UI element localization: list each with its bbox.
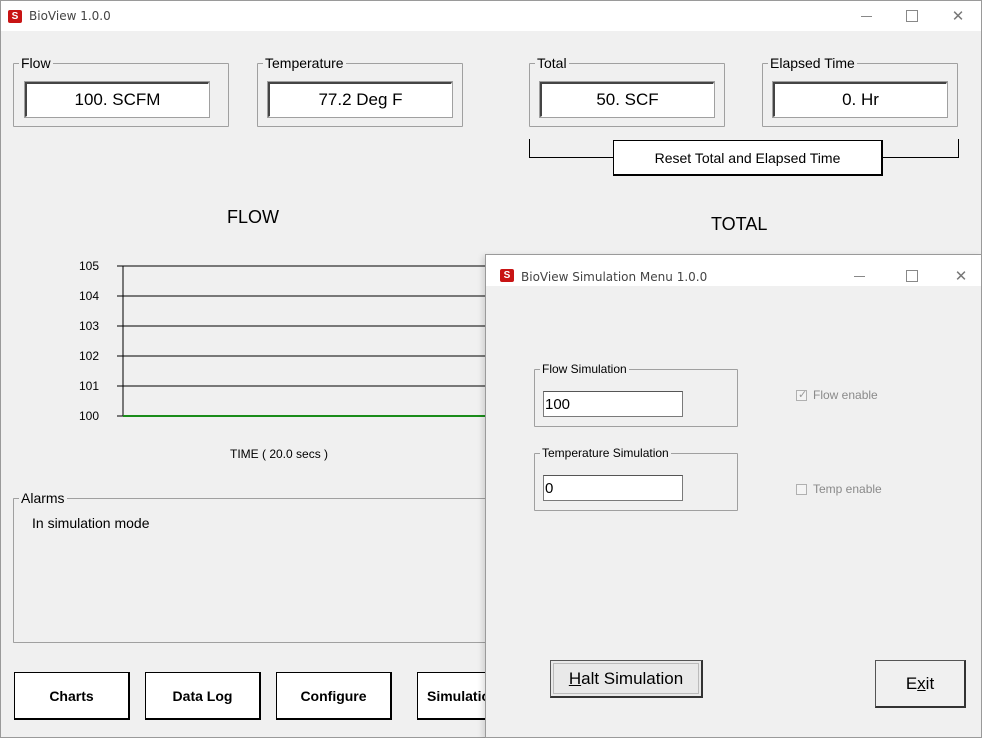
maximize-button[interactable]	[889, 1, 935, 31]
ytick-label-102: 102	[79, 349, 99, 363]
temp-enable-label: Temp enable	[813, 482, 882, 496]
minimize-icon	[853, 275, 865, 277]
alarms-group: Alarms In simulation mode	[13, 490, 491, 643]
elapsed-readout: 0. Hr	[773, 82, 947, 117]
close-button[interactable]: ✕	[935, 1, 981, 31]
reset-bracket-bottom-right	[883, 157, 959, 158]
close-icon: ✕	[954, 267, 968, 285]
exit-label-prefix: E	[905, 673, 918, 693]
close-icon: ✕	[951, 7, 965, 25]
total-readout: 50. SCF	[540, 82, 714, 117]
halt-label: alt Simulation	[581, 668, 684, 688]
exit-label-rest: it	[925, 673, 935, 693]
ytick-label-104: 104	[79, 289, 99, 303]
flow-chart: 105 104 103 102 101 100	[79, 259, 487, 423]
app-logo-icon: S	[8, 10, 22, 23]
check-icon: ✓	[798, 388, 808, 401]
maximize-icon	[906, 10, 918, 22]
temp-sim-label: Temperature Simulation	[540, 445, 671, 461]
reset-total-button[interactable]: Reset Total and Elapsed Time	[613, 140, 883, 176]
main-titlebar[interactable]: S BioView 1.0.0 ✕	[1, 1, 981, 31]
flow-sim-label: Flow Simulation	[540, 361, 629, 377]
flow-sim-group: Flow Simulation	[534, 361, 738, 427]
flow-chart-title: FLOW	[227, 207, 279, 227]
temp-sim-input[interactable]	[543, 475, 683, 501]
reset-bracket-bottom-left	[529, 157, 614, 158]
sim-minimize-button[interactable]	[836, 261, 882, 291]
total-group-label: Total	[535, 55, 569, 71]
temp-enable-checkbox[interactable]: Temp enable	[796, 482, 882, 496]
temp-enable-box	[796, 483, 807, 495]
exit-mnemonic: x	[917, 673, 926, 693]
alarms-group-label: Alarms	[19, 490, 67, 506]
sim-titlebar[interactable]: S BioView Simulation Menu 1.0.0 ✕	[486, 255, 981, 286]
sim-app-logo-icon: S	[500, 269, 514, 282]
ytick-label-100: 100	[79, 409, 99, 423]
temperature-group: Temperature 77.2 Deg F	[257, 55, 463, 127]
flow-chart-xlabel: TIME ( 20.0 secs )	[230, 447, 329, 461]
maximize-icon	[906, 270, 918, 282]
ytick-label-101: 101	[79, 379, 99, 393]
flow-sim-input[interactable]	[543, 391, 683, 417]
data-log-button[interactable]: Data Log	[145, 672, 261, 720]
minimize-icon	[860, 15, 872, 17]
total-group: Total 50. SCF	[529, 55, 725, 127]
reset-bracket-left	[529, 139, 530, 157]
configure-button[interactable]: Configure	[276, 672, 392, 720]
minimize-button[interactable]	[843, 1, 889, 31]
temperature-readout: 77.2 Deg F	[268, 82, 452, 117]
elapsed-group: Elapsed Time 0. Hr	[762, 55, 958, 127]
flow-readout: 100. SCFM	[25, 82, 209, 117]
total-chart-title: TOTAL	[711, 214, 768, 234]
flow-group: Flow 100. SCFM	[13, 55, 229, 127]
sim-maximize-button[interactable]	[889, 261, 935, 291]
temp-sim-group: Temperature Simulation	[534, 445, 738, 511]
flow-enable-label: Flow enable	[813, 388, 878, 402]
simulation-window: S BioView Simulation Menu 1.0.0 ✕ Flow S…	[485, 254, 982, 738]
ytick-label-103: 103	[79, 319, 99, 333]
halt-simulation-button[interactable]: Halt Simulation	[550, 660, 703, 698]
reset-bracket-right	[958, 139, 959, 157]
exit-button[interactable]: Exit	[875, 660, 966, 708]
flow-group-label: Flow	[19, 55, 53, 71]
sim-window-title: BioView Simulation Menu 1.0.0	[521, 270, 708, 284]
sim-close-button[interactable]: ✕	[938, 261, 982, 291]
flow-enable-checkbox[interactable]: ✓ Flow enable	[796, 388, 878, 402]
main-window-title: BioView 1.0.0	[29, 9, 111, 23]
halt-mnemonic: H	[568, 668, 582, 688]
temperature-group-label: Temperature	[263, 55, 346, 71]
ytick-label-105: 105	[79, 259, 99, 273]
alarm-message: In simulation mode	[32, 515, 150, 531]
flow-enable-box: ✓	[796, 388, 808, 401]
charts-button[interactable]: Charts	[14, 672, 130, 720]
elapsed-group-label: Elapsed Time	[768, 55, 857, 71]
